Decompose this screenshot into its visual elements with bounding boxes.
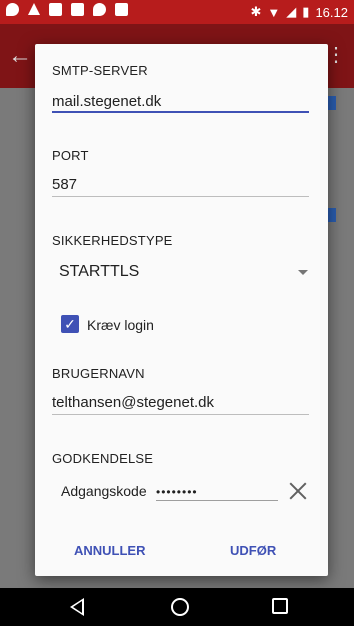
clear-password-icon[interactable] [289,482,307,500]
status-icons-right: ✱ ▼ ◢ ▮ 16.12 [251,4,348,20]
status-time: 16.12 [315,4,348,20]
username-input[interactable]: telthansen@stegenet.dk [52,394,214,411]
navigation-bar [0,588,354,626]
security-type-label: SIKKERHEDSTYPE [52,233,173,248]
done-button[interactable]: UDFØR [230,543,276,558]
back-arrow-icon: ← [8,42,32,69]
authentication-label: GODKENDELSE [52,451,154,466]
mail-icon [71,3,84,16]
nav-recents-icon[interactable] [272,598,288,614]
security-type-select[interactable]: STARTTLS [59,263,139,281]
outgoing-server-dialog: SMTP-SERVER mail.stegenet.dk PORT 587 SI… [35,44,328,576]
require-login-label[interactable]: Kræv login [87,317,154,333]
chat-icon [93,3,106,16]
username-underline [52,414,309,415]
cancel-button[interactable]: ANNULLER [74,543,146,558]
require-login-checkbox[interactable]: ✓ [61,315,79,333]
notification-icon [6,3,19,16]
smtp-server-label: SMTP-SERVER [52,63,148,78]
nav-back-icon[interactable] [70,598,84,616]
username-label: BRUGERNAVN [52,366,145,381]
upload-icon [28,3,40,15]
bluetooth-icon: ✱ [250,4,262,19]
status-bar: ✱ ▼ ◢ ▮ 16.12 [0,0,354,24]
smtp-server-input[interactable]: mail.stegenet.dk [52,93,161,110]
dropdown-caret-icon[interactable] [298,270,308,275]
wifi-icon: ▼ [267,4,281,20]
smtp-server-underline [52,111,309,113]
port-input[interactable]: 587 [52,176,77,193]
port-label: PORT [52,148,89,163]
image-icon [49,3,62,16]
signal-icon: ◢ [286,4,297,19]
password-input[interactable]: •••••••• [156,485,278,499]
overflow-menu-icon: ⋮ [326,44,346,66]
bag-icon [115,3,128,16]
nav-home-icon[interactable] [171,598,189,616]
password-label: Adgangskode [61,483,147,499]
status-icons-left [6,3,128,16]
port-underline [52,196,309,197]
battery-icon: ▮ [302,4,310,19]
password-underline [156,500,278,501]
